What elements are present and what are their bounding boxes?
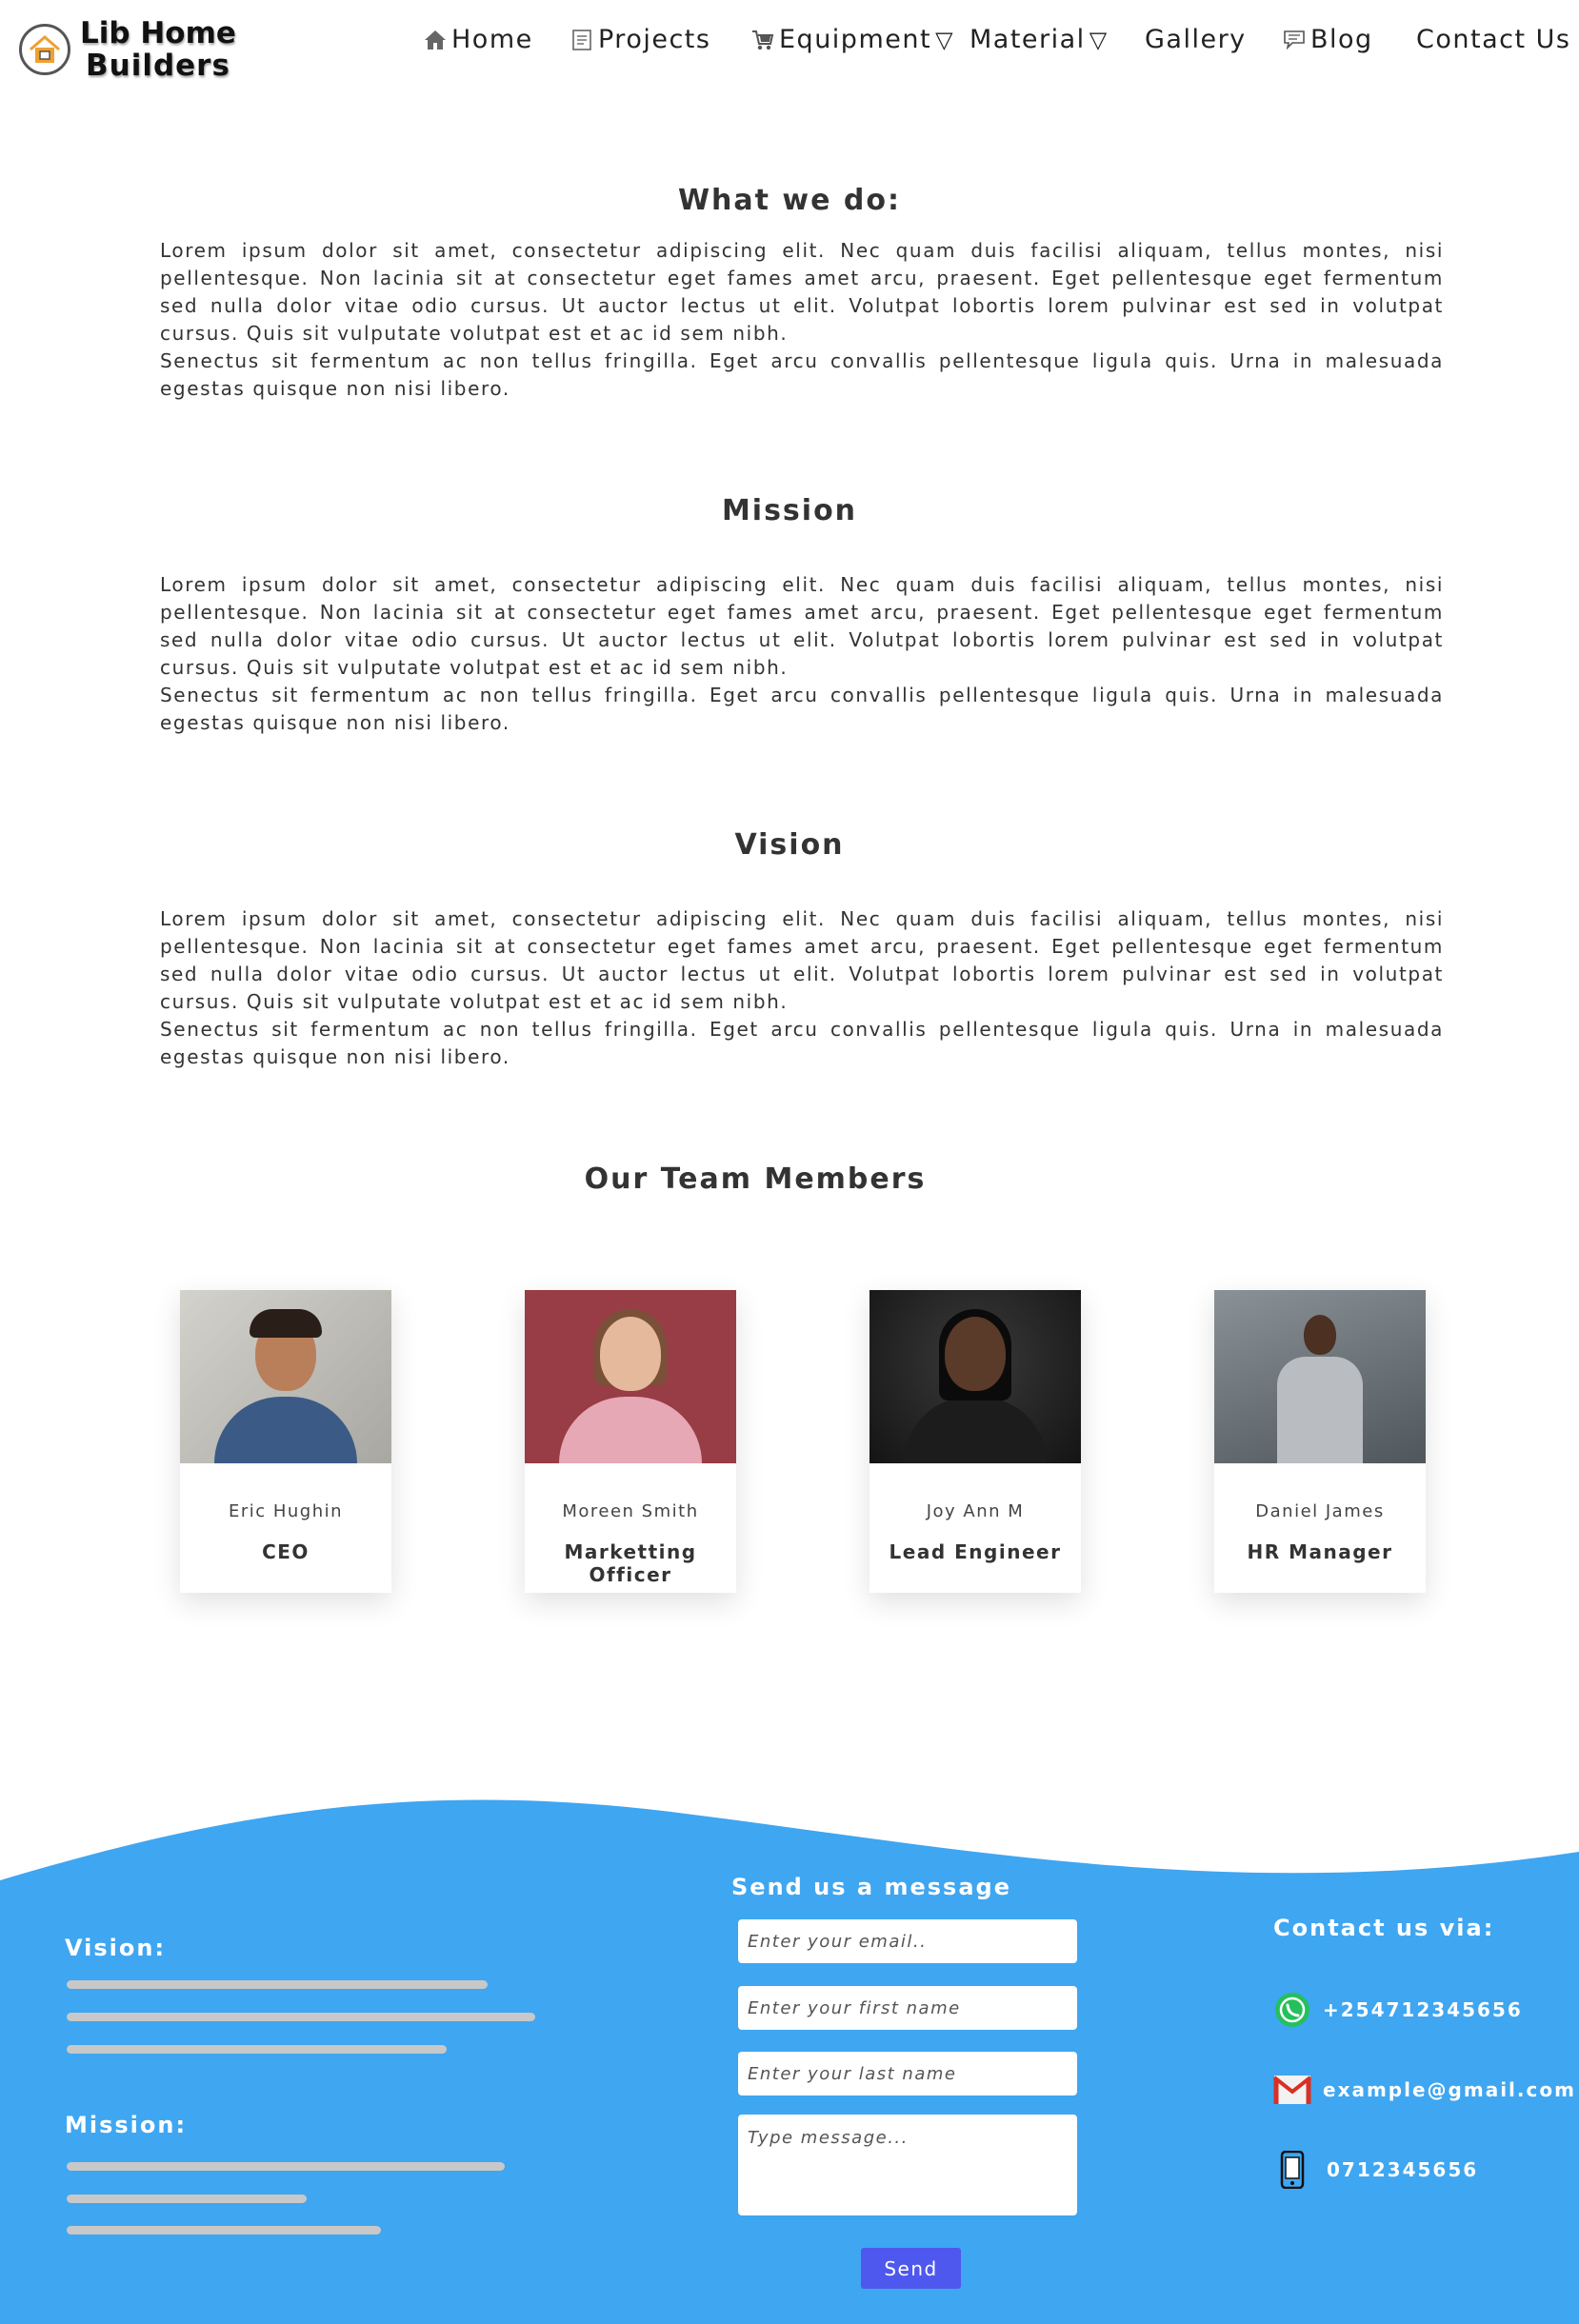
- nav-equipment[interactable]: Equipment ▽: [750, 25, 954, 54]
- team-card-eric: Eric Hughin CEO: [180, 1290, 391, 1593]
- last-name-field[interactable]: [738, 2052, 1077, 2096]
- mission-text: Lorem ipsum dolor sit amet, consectetur …: [160, 571, 1444, 737]
- contact-email[interactable]: example@gmail.com: [1273, 2071, 1576, 2109]
- nav-projects[interactable]: Projects: [570, 25, 710, 54]
- member-name: Joy Ann M: [926, 1501, 1025, 1521]
- nav-equipment-label: Equipment: [779, 25, 932, 54]
- team-card-daniel: Daniel James HR Manager: [1214, 1290, 1426, 1593]
- nav-material-label: Material: [969, 25, 1086, 54]
- placeholder-line: [67, 2013, 535, 2021]
- chevron-down-icon: ▽: [1089, 26, 1109, 53]
- nav-projects-label: Projects: [598, 25, 711, 54]
- member-name: Moreen Smith: [562, 1501, 699, 1521]
- chevron-down-icon: ▽: [935, 26, 955, 53]
- team-card-moreen: Moreen Smith Marketting Officer: [525, 1290, 736, 1593]
- contact-phone[interactable]: 0712345656: [1273, 2151, 1478, 2189]
- house-logo-icon: [19, 24, 70, 75]
- brand-name: Lib Home Builders: [80, 17, 236, 82]
- mobile-phone-icon: [1273, 2151, 1311, 2189]
- placeholder-line: [67, 1980, 488, 1989]
- nav-home[interactable]: Home: [423, 25, 533, 54]
- message-form-title: Send us a message: [731, 1874, 1011, 1900]
- nav-contact-label: Contact Us: [1416, 25, 1571, 54]
- what-we-do-paragraph-1: Lorem ipsum dolor sit amet, consectetur …: [160, 239, 1444, 345]
- vision-text: Lorem ipsum dolor sit amet, consectetur …: [160, 905, 1444, 1071]
- what-we-do-text: Lorem ipsum dolor sit amet, consectetur …: [160, 237, 1444, 403]
- nav-blog-label: Blog: [1310, 25, 1373, 54]
- email-field[interactable]: [738, 1919, 1077, 1963]
- avatar: [180, 1290, 391, 1463]
- member-name: Eric Hughin: [228, 1501, 344, 1521]
- nav-contact[interactable]: Contact Us: [1416, 25, 1570, 54]
- placeholder-line: [67, 2195, 307, 2203]
- footer-vision-title: Vision:: [65, 1935, 167, 1961]
- message-field[interactable]: [738, 2115, 1077, 2215]
- avatar: [1214, 1290, 1426, 1463]
- vision-paragraph-1: Lorem ipsum dolor sit amet, consectetur …: [160, 907, 1444, 1013]
- nav-gallery-label: Gallery: [1145, 25, 1247, 54]
- placeholder-line: [67, 2045, 447, 2054]
- house-icon: [423, 28, 448, 52]
- mission-paragraph-1: Lorem ipsum dolor sit amet, consectetur …: [160, 573, 1444, 679]
- document-icon: [570, 28, 594, 52]
- team-card-joy: Joy Ann M Lead Engineer: [869, 1290, 1081, 1593]
- member-role: Marketting Officer: [564, 1540, 697, 1586]
- contact-whatsapp[interactable]: +254712345656: [1273, 1991, 1523, 2029]
- vision-title: Vision: [734, 828, 845, 862]
- contact-phone-number: 0712345656: [1327, 2158, 1479, 2181]
- nav-gallery[interactable]: Gallery: [1145, 25, 1247, 54]
- mission-paragraph-2: Senectus sit fermentum ac non tellus fri…: [160, 684, 1444, 734]
- chat-icon: [1282, 28, 1307, 52]
- gmail-icon: [1273, 2071, 1311, 2109]
- send-button[interactable]: Send: [861, 2248, 961, 2289]
- avatar: [869, 1290, 1081, 1463]
- member-role: CEO: [262, 1540, 310, 1563]
- contact-email-address: example@gmail.com: [1323, 2078, 1576, 2101]
- member-role: HR Manager: [1247, 1540, 1393, 1563]
- brand-logo[interactable]: Lib Home Builders: [19, 17, 236, 82]
- placeholder-line: [67, 2162, 505, 2171]
- contact-phone-whatsapp: +254712345656: [1323, 1998, 1523, 2021]
- footer-mission-title: Mission:: [65, 2112, 188, 2138]
- nav-material[interactable]: Material ▽: [969, 25, 1109, 54]
- cart-icon: [750, 28, 775, 52]
- whatsapp-icon: [1273, 1991, 1311, 2029]
- brand-line-1: Lib Home: [80, 16, 236, 50]
- team-title: Our Team Members: [584, 1162, 927, 1196]
- brand-line-2: Builders: [86, 49, 230, 83]
- main-nav: Home Projects Equipment ▽ Material ▽ Gal…: [419, 25, 1579, 63]
- vision-paragraph-2: Senectus sit fermentum ac non tellus fri…: [160, 1018, 1444, 1068]
- member-name: Daniel James: [1255, 1501, 1385, 1521]
- mission-title: Mission: [721, 494, 858, 527]
- nav-home-label: Home: [451, 25, 533, 54]
- nav-blog[interactable]: Blog: [1282, 25, 1373, 54]
- placeholder-line: [67, 2226, 381, 2235]
- member-role: Lead Engineer: [889, 1540, 1062, 1563]
- avatar: [525, 1290, 736, 1463]
- what-we-do-paragraph-2: Senectus sit fermentum ac non tellus fri…: [160, 349, 1444, 400]
- what-we-do-title: What we do:: [677, 184, 902, 217]
- first-name-field[interactable]: [738, 1986, 1077, 2030]
- contact-title: Contact us via:: [1273, 1915, 1495, 1941]
